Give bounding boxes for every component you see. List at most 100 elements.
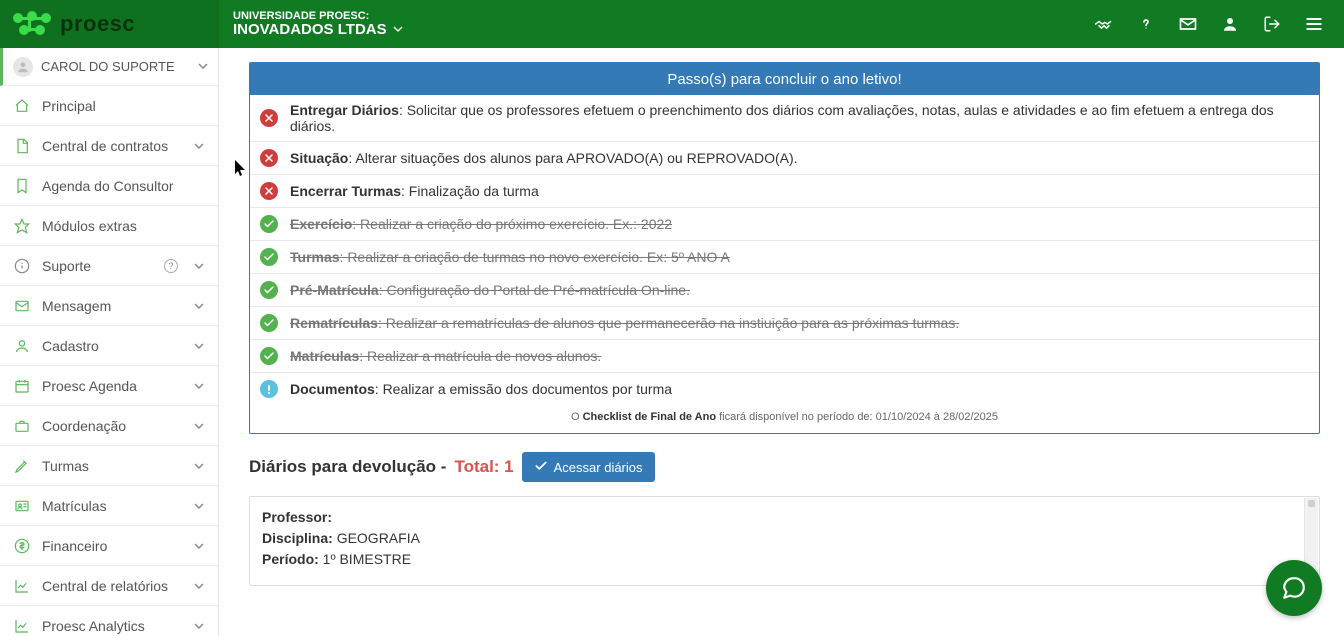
logo-text: proesc [60,11,135,37]
user-menu[interactable]: CAROL DO SUPORTE [0,48,218,86]
sidebar-item-central-de-relat-rios[interactable]: Central de relatórios [0,566,218,606]
checklist-row[interactable]: Rematrículas: Realizar a rematrículas de… [250,307,1319,340]
checklist-row[interactable]: Situação: Alterar situações dos alunos p… [250,142,1319,175]
org-name: INOVADADOS LTDAS [233,22,387,39]
checklist-text: Entregar Diários: Solicitar que os profe… [290,102,1309,134]
chart-icon [14,618,30,634]
chevron-down-icon [194,498,204,514]
bookmark-icon [14,178,30,194]
status-ok-icon [260,314,278,332]
chevron-down-icon [194,298,204,314]
sidebar-item-principal[interactable]: Principal [0,86,218,126]
status-err-icon [260,109,278,127]
sidebar-item-central-de-contratos[interactable]: Central de contratos [0,126,218,166]
sidebar-item-suporte[interactable]: Suporte? [0,246,218,286]
checklist-footer: O Checklist de Final de Ano ficará dispo… [250,405,1319,433]
sidebar-item-label: Financeiro [42,538,182,554]
status-ok-icon [260,248,278,266]
org-selector[interactable]: UNIVERSIDADE PROESC: INOVADADOS LTDAS [219,10,403,39]
sidebar-item-label: Proesc Analytics [42,618,182,634]
sidebar-item-financeiro[interactable]: Financeiro [0,526,218,566]
professor-label: Professor: [262,509,332,525]
sidebar-item-coordena-o[interactable]: Coordenação [0,406,218,446]
periodo-value: 1º BIMESTRE [323,551,411,567]
sidebar-item-label: Suporte [42,258,152,274]
sidebar-item-proesc-analytics[interactable]: Proesc Analytics [0,606,218,636]
chart-icon [14,578,30,594]
file-icon [14,138,30,154]
checklist-title: Passo(s) para concluir o ano letivo! [250,63,1319,95]
diarios-label: Diários para devolução - [249,457,446,477]
checklist-row[interactable]: Documentos: Realizar a emissão dos docum… [250,373,1319,405]
signout-icon[interactable] [1262,14,1282,34]
chevron-down-icon [194,578,204,594]
help-icon[interactable]: ? [164,259,178,273]
chevron-down-icon [194,538,204,554]
logo-icon [10,10,54,38]
checklist-text: Encerrar Turmas: Finalização da turma [290,183,539,199]
sidebar-item-label: Central de relatórios [42,578,182,594]
checklist-text: Rematrículas: Realizar a rematrículas de… [290,315,959,331]
chevron-down-icon [393,22,403,39]
sidebar-item-cadastro[interactable]: Cadastro [0,326,218,366]
sidebar-item-label: Turmas [42,458,182,474]
checklist-row[interactable]: Pré-Matrícula: Configuração do Portal de… [250,274,1319,307]
checklist-row[interactable]: Exercício: Realizar a criação do próximo… [250,208,1319,241]
sidebar: CAROL DO SUPORTE Principal Central de con… [0,48,219,636]
diario-card: Professor: Disciplina: GEOGRAFIA Período… [249,496,1320,586]
sidebar-item-label: Central de contratos [42,138,182,154]
disciplina-label: Disciplina: [262,530,333,546]
mail-icon[interactable] [1178,14,1198,34]
chevron-down-icon [194,338,204,354]
checklist-text: Matrículas: Realizar a matrícula de novo… [290,348,601,364]
briefcase-icon [14,418,30,434]
chevron-down-icon [194,378,204,394]
sidebar-item-matr-culas[interactable]: Matrículas [0,486,218,526]
checklist-text: Turmas: Realizar a criação de turmas no … [290,249,730,265]
sidebar-item-proesc-agenda[interactable]: Proesc Agenda [0,366,218,406]
user-icon[interactable] [1220,14,1240,34]
home-icon [14,98,30,114]
chevron-down-icon [194,258,204,274]
chat-fab[interactable] [1266,560,1322,616]
status-err-icon [260,182,278,200]
sidebar-item-agenda-do-consultor[interactable]: Agenda do Consultor [0,166,218,206]
acessar-diarios-button[interactable]: Acessar diários [522,452,655,482]
top-header: proesc UNIVERSIDADE PROESC: INOVADADOS L… [0,0,1344,48]
checklist-row[interactable]: Matrículas: Realizar a matrícula de novo… [250,340,1319,373]
sidebar-item-label: Proesc Agenda [42,378,182,394]
sidebar-item-label: Coordenação [42,418,182,434]
sidebar-item-turmas[interactable]: Turmas [0,446,218,486]
chevron-down-icon [198,59,208,74]
idcard-icon [14,498,30,514]
status-info-icon [260,380,278,398]
status-ok-icon [260,215,278,233]
sidebar-item-label: Mensagem [42,298,182,314]
disciplina-value: GEOGRAFIA [337,530,420,546]
chevron-down-icon [194,458,204,474]
checklist-row[interactable]: Encerrar Turmas: Finalização da turma [250,175,1319,208]
button-label: Acessar diários [554,460,643,475]
help-icon[interactable] [1136,14,1156,34]
checklist-text: Documentos: Realizar a emissão dos docum… [290,381,672,397]
pencil-icon [14,458,30,474]
star-icon [14,218,30,234]
handshake-icon[interactable] [1094,14,1114,34]
diarios-heading: Diários para devolução - Total: 1 Acessa… [249,452,1320,482]
sidebar-item-mensagem[interactable]: Mensagem [0,286,218,326]
checklist-row[interactable]: Turmas: Realizar a criação de turmas no … [250,241,1319,274]
avatar-icon [13,57,33,77]
sidebar-item-label: Cadastro [42,338,182,354]
sidebar-item-m-dulos-extras[interactable]: Módulos extras [0,206,218,246]
checklist-text: Pré-Matrícula: Configuração do Portal de… [290,282,690,298]
checklist-text: Exercício: Realizar a criação do próximo… [290,216,672,232]
chevron-down-icon [194,138,204,154]
user-icon [14,338,30,354]
menu-icon[interactable] [1304,14,1324,34]
sidebar-item-label: Agenda do Consultor [42,178,204,194]
check-icon [534,459,548,476]
brand-logo[interactable]: proesc [0,0,219,48]
chevron-down-icon [194,618,204,634]
checklist-row[interactable]: Entregar Diários: Solicitar que os profe… [250,95,1319,142]
main-content: Passo(s) para concluir o ano letivo! Ent… [219,48,1344,636]
